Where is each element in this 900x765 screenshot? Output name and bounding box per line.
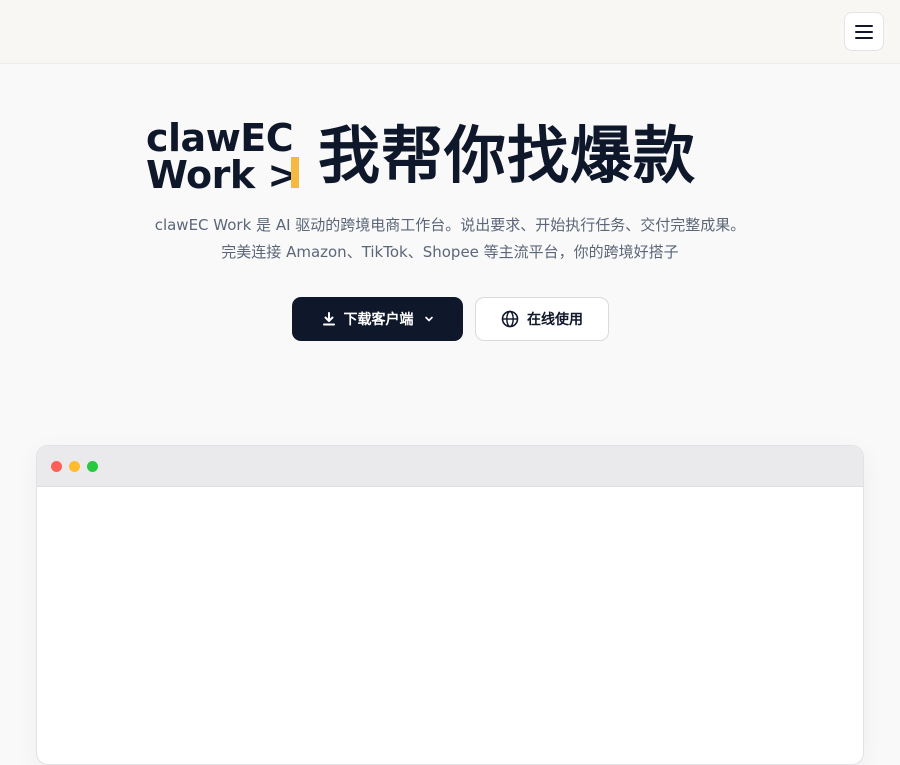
window-maximize-dot: [87, 461, 98, 472]
download-client-label: 下载客户端: [343, 312, 414, 328]
window-title-bar: [37, 446, 863, 487]
window-minimize-dot: [69, 461, 80, 472]
brand-logo: clawEC Work >: [146, 116, 306, 197]
logo-text-line2: Work >: [146, 153, 299, 197]
hamburger-menu-icon: [855, 24, 873, 39]
menu-button[interactable]: [844, 12, 884, 51]
logo-cursor-bar: [291, 157, 299, 188]
hero-subtitle-line1: clawEC Work 是 AI 驱动的跨境电商工作台。说出要求、开始执行任务、…: [154, 216, 746, 234]
top-navigation-bar: [0, 0, 900, 64]
hero-title: 我帮你找爆款: [318, 119, 697, 192]
use-online-button[interactable]: 在线使用: [475, 297, 609, 341]
chevron-down-icon: [424, 314, 434, 324]
app-preview-window: [36, 445, 864, 765]
download-icon: [322, 312, 336, 326]
logo-text-line1: clawEC: [146, 116, 294, 160]
hero-subtitle-line2: 完美连接 Amazon、TikTok、Shopee 等主流平台，你的跨境好搭子: [221, 243, 679, 261]
globe-icon: [501, 310, 519, 328]
use-online-label: 在线使用: [527, 312, 583, 328]
window-close-dot: [51, 461, 62, 472]
download-client-button[interactable]: 下载客户端: [292, 297, 463, 341]
